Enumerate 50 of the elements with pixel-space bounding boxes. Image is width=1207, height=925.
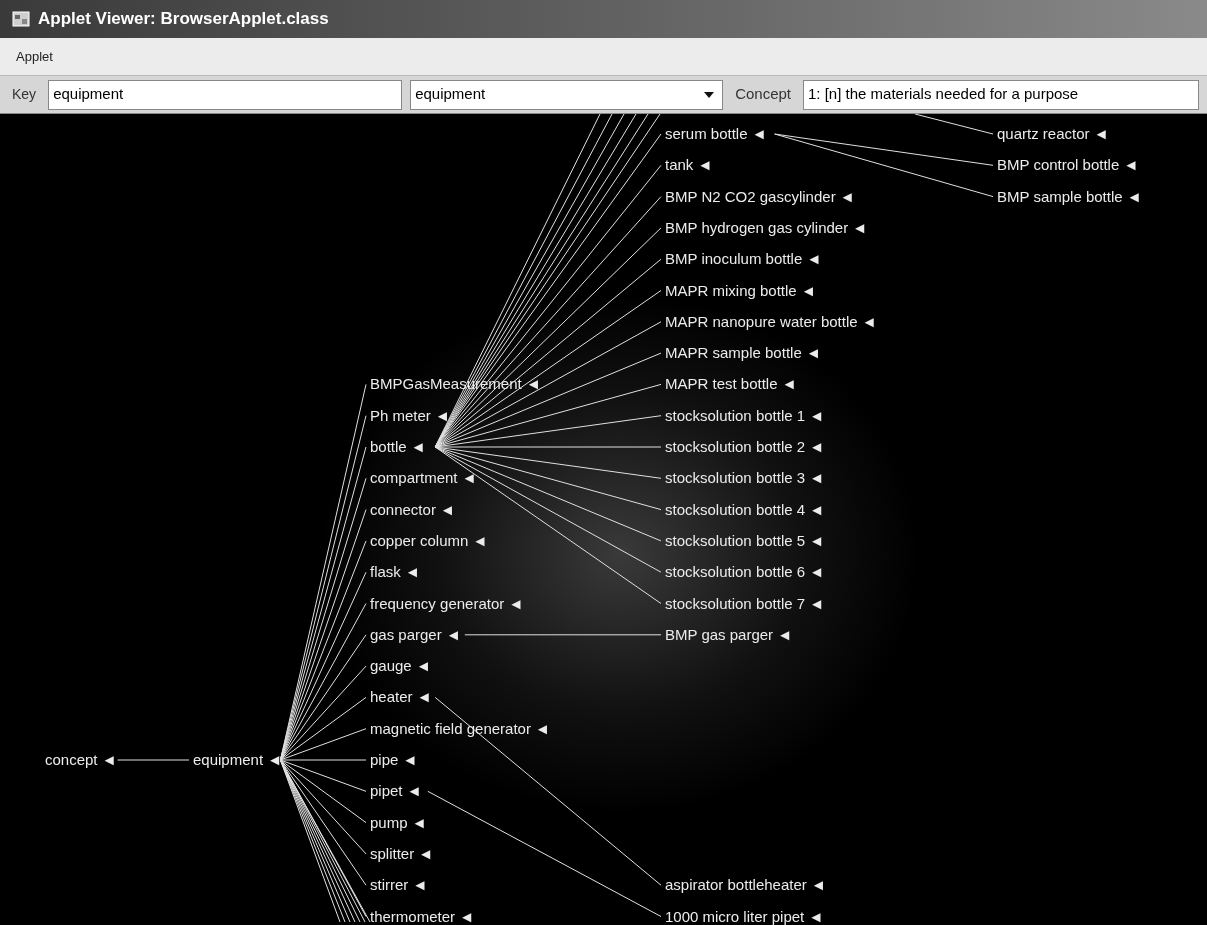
node-label[interactable]: copper column ◄ (370, 532, 488, 549)
node-label[interactable]: splitter ◄ (370, 845, 434, 862)
dropdown-arrow-icon (704, 91, 715, 98)
node-label[interactable]: MAPR sample bottle ◄ (665, 345, 821, 362)
node-label[interactable]: gauge ◄ (370, 658, 431, 675)
node-label[interactable]: stocksolution bottle 4 ◄ (665, 501, 825, 518)
node-label[interactable]: pipe ◄ (370, 752, 418, 768)
node-label[interactable]: compartment ◄ (370, 470, 477, 487)
node-label[interactable]: equipment ◄ (193, 752, 283, 768)
node-label[interactable]: bottle ◄ (370, 439, 426, 455)
node-label[interactable]: BMP sample bottle ◄ (997, 188, 1142, 205)
node-label[interactable]: concept ◄ (45, 752, 117, 768)
window-title: Applet Viewer: BrowserApplet.class (38, 8, 329, 31)
node-label[interactable]: frequency generator ◄ (370, 595, 524, 612)
concept-dropdown[interactable]: equipment (410, 79, 724, 110)
node-label[interactable]: stocksolution bottle 5 ◄ (665, 532, 825, 549)
node-label[interactable]: pump ◄ (370, 814, 427, 831)
key-label: Key (11, 85, 38, 104)
node-label[interactable]: magnetic field generator ◄ (370, 720, 550, 737)
node-label[interactable]: gas parger ◄ (370, 626, 461, 643)
node-label[interactable]: BMP hydrogen gas cylinder ◄ (665, 219, 868, 236)
node-label[interactable]: thermometer ◄ (370, 908, 475, 925)
node-label[interactable]: stocksolution bottle 2 ◄ (665, 439, 825, 455)
node-label[interactable]: connector ◄ (370, 501, 455, 518)
node-label[interactable]: heater ◄ (370, 689, 432, 706)
node-label[interactable]: stocksolution bottle 1 ◄ (665, 407, 825, 424)
node-label[interactable]: MAPR test bottle ◄ (665, 376, 797, 393)
node-label[interactable]: BMP inoculum bottle ◄ (665, 251, 822, 268)
node-label[interactable]: flask ◄ (370, 564, 420, 581)
concept-label: Concept (734, 84, 792, 105)
node-label[interactable]: aspirator bottleheater ◄ (665, 877, 826, 894)
node-label[interactable]: stocksolution bottle 7 ◄ (665, 595, 825, 612)
menu-item[interactable]: Applet (12, 46, 57, 67)
node-label[interactable]: Ph meter ◄ (370, 407, 450, 424)
node-label[interactable]: serum bottle ◄ (665, 126, 767, 142)
node-label[interactable]: tank ◄ (665, 157, 713, 174)
node-label[interactable]: quartz reactor ◄ (997, 126, 1109, 142)
concept-field[interactable]: 1: [n] the materials needed for a purpose (803, 79, 1199, 110)
node-label[interactable]: pipet ◄ (370, 783, 422, 800)
app-icon (12, 11, 30, 27)
node-label[interactable]: MAPR mixing bottle ◄ (665, 282, 816, 299)
node-label[interactable]: stocksolution bottle 3 ◄ (665, 470, 825, 487)
node-label[interactable]: BMP gas parger ◄ (665, 626, 793, 643)
node-label[interactable]: BMP control bottle ◄ (997, 157, 1139, 174)
node-label[interactable]: 1000 micro liter pipet ◄ (665, 908, 824, 925)
node-label[interactable]: stocksolution bottle 6 ◄ (665, 564, 825, 581)
key-field[interactable]: equipment (48, 79, 403, 110)
node-label[interactable]: MAPR nanopure water bottle ◄ (665, 313, 877, 330)
node-label[interactable]: BMP N2 CO2 gascylinder ◄ (665, 188, 855, 205)
node-label[interactable]: stirrer ◄ (370, 877, 428, 894)
